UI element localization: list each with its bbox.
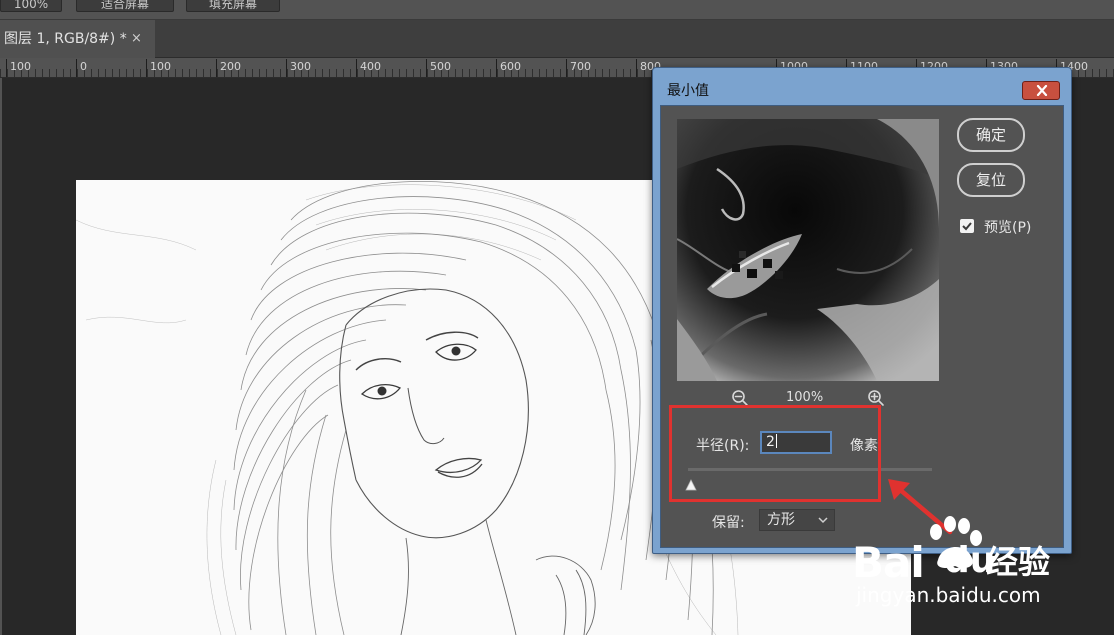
reset-button[interactable]: 复位 — [957, 163, 1025, 197]
document-tab[interactable]: 图层 1, RGB/8#) * × — [0, 20, 155, 58]
zoom-value-field[interactable]: 100% — [0, 0, 62, 12]
watermark-brand-latin: Bai — [852, 538, 925, 587]
checkmark-icon — [962, 222, 972, 231]
photoshop-window: 100% 适合屏幕 填充屏幕 图层 1, RGB/8#) * × 100 0 1… — [0, 0, 1114, 635]
document-tab-title: 图层 1, RGB/8#) * — [4, 31, 127, 47]
filter-preview-image[interactable] — [677, 119, 939, 381]
ruler-label: 500 — [430, 60, 451, 73]
preserve-label: 保留: — [712, 515, 745, 531]
baidu-watermark: Bai du 经验 jingyan.baidu.com — [852, 516, 1114, 632]
preview-inverted-face — [677, 119, 939, 381]
ruler-label: 600 — [500, 60, 521, 73]
preview-zoom-level: 100% — [786, 390, 824, 405]
watermark-brand-cn: 经验 — [986, 543, 1051, 581]
preserve-value: 方形 — [767, 512, 795, 528]
ruler-label: 700 — [570, 60, 591, 73]
ruler-label: 200 — [220, 60, 241, 73]
preserve-select[interactable]: 方形 — [759, 509, 835, 531]
fit-screen-button[interactable]: 适合屏幕 — [76, 0, 174, 12]
ok-button[interactable]: 确定 — [957, 118, 1025, 152]
preview-checkbox[interactable] — [960, 219, 974, 233]
dialog-title: 最小值 — [667, 83, 709, 99]
watermark-url: jingyan.baidu.com — [856, 583, 1041, 607]
ruler-label: 100 — [150, 60, 171, 73]
options-bar: 100% 适合屏幕 填充屏幕 — [0, 0, 1114, 20]
ruler-label: 400 — [360, 60, 381, 73]
chevron-down-icon — [818, 517, 828, 524]
ruler-label: 100 — [10, 60, 31, 73]
fill-screen-button[interactable]: 填充屏幕 — [186, 0, 280, 12]
close-icon[interactable] — [1022, 81, 1060, 100]
annotation-highlight-box — [669, 405, 881, 502]
document-tab-strip: 图层 1, RGB/8#) * × — [0, 20, 1114, 58]
ruler-label: 0 — [80, 60, 87, 73]
close-icon[interactable]: × — [131, 20, 142, 58]
ruler-label: 300 — [290, 60, 311, 73]
preview-label: 预览(P) — [984, 220, 1032, 236]
